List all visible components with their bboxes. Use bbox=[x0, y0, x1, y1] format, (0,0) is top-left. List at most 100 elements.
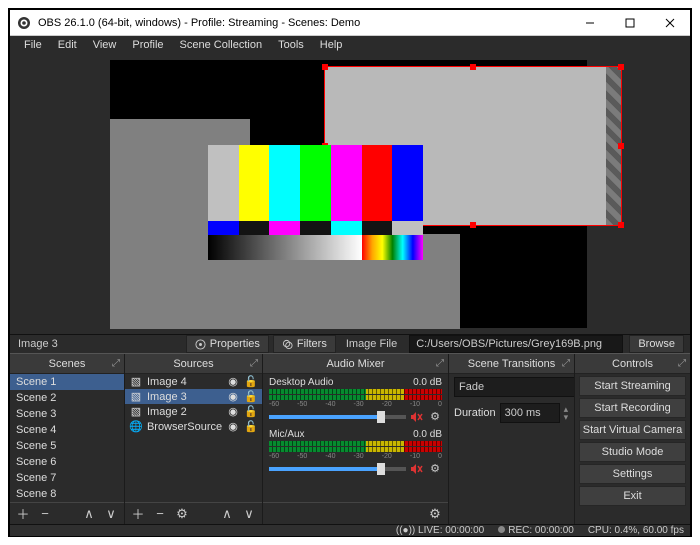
db-ticks: -60-50-40-30-20-100 bbox=[269, 401, 442, 408]
remove-scene-button[interactable]: − bbox=[36, 506, 54, 522]
sources-title: Sources bbox=[173, 358, 213, 370]
duration-input[interactable] bbox=[500, 403, 560, 423]
docks: Scenes ⤢ Scene 1 Scene 2 Scene 3 Scene 4 … bbox=[10, 353, 690, 524]
scene-item[interactable]: Scene 8 bbox=[10, 486, 124, 502]
visibility-toggle[interactable]: ◉ bbox=[226, 420, 240, 433]
properties-button[interactable]: Properties bbox=[186, 335, 269, 353]
scenes-list[interactable]: Scene 1 Scene 2 Scene 3 Scene 4 Scene 5 … bbox=[10, 374, 124, 502]
image-file-input[interactable] bbox=[409, 335, 623, 353]
mixer-channel: Mic/Aux0.0 dB -60-50-40-30-20-100 ⚙ bbox=[263, 426, 448, 478]
selected-source-label: Image 3 bbox=[10, 338, 66, 350]
undock-icon[interactable]: ⤢ bbox=[250, 358, 258, 369]
transitions-title: Scene Transitions bbox=[468, 358, 555, 370]
start-recording-button[interactable]: Start Recording bbox=[579, 398, 686, 418]
source-item[interactable]: ▧ Image 3 ◉ 🔓 bbox=[125, 389, 262, 404]
add-scene-button[interactable]: ＋ bbox=[14, 506, 32, 522]
app-icon bbox=[16, 15, 32, 31]
transition-select[interactable] bbox=[454, 377, 574, 397]
remove-source-button[interactable]: − bbox=[151, 506, 169, 522]
color-bars-image bbox=[208, 145, 423, 260]
move-down-button[interactable]: ∨ bbox=[102, 506, 120, 522]
duration-label: Duration bbox=[454, 407, 496, 419]
scene-item[interactable]: Scene 5 bbox=[10, 438, 124, 454]
undock-icon[interactable]: ⤢ bbox=[112, 358, 120, 369]
image-file-label: Image File bbox=[338, 338, 405, 350]
sources-panel: Sources ⤢ ▧ Image 4 ◉ 🔓 ▧ Image 3 ◉ 🔓 bbox=[125, 354, 263, 524]
source-item[interactable]: ▧ Image 4 ◉ 🔓 bbox=[125, 374, 262, 389]
exit-button[interactable]: Exit bbox=[579, 486, 686, 506]
scenes-title: Scenes bbox=[49, 358, 86, 370]
window-title: OBS 26.1.0 (64-bit, windows) - Profile: … bbox=[38, 17, 570, 29]
move-down-button[interactable]: ∨ bbox=[240, 506, 258, 522]
menubar: File Edit View Profile Scene Collection … bbox=[10, 36, 690, 54]
record-dot-icon bbox=[498, 526, 505, 533]
sources-list[interactable]: ▧ Image 4 ◉ 🔓 ▧ Image 3 ◉ 🔓 ▧ Image 2 bbox=[125, 374, 262, 502]
lock-toggle[interactable]: 🔓 bbox=[244, 390, 258, 403]
globe-icon: 🌐 bbox=[129, 420, 143, 433]
gear-icon bbox=[195, 339, 206, 350]
menu-scene-collection[interactable]: Scene Collection bbox=[172, 36, 271, 54]
move-up-button[interactable]: ∧ bbox=[80, 506, 98, 522]
filters-button[interactable]: Filters bbox=[273, 335, 336, 353]
channel-settings-button[interactable]: ⚙ bbox=[428, 462, 442, 475]
window-frame: OBS 26.1.0 (64-bit, windows) - Profile: … bbox=[8, 8, 692, 537]
minimize-button[interactable] bbox=[570, 10, 610, 36]
add-source-button[interactable]: ＋ bbox=[129, 506, 147, 522]
controls-panel: Controls⤢ Start Streaming Start Recordin… bbox=[575, 354, 690, 524]
undock-icon[interactable]: ⤢ bbox=[678, 358, 686, 369]
mute-button[interactable] bbox=[410, 463, 424, 475]
mixer-channel: Desktop Audio0.0 dB -60-50-40-30-20-100 … bbox=[263, 374, 448, 426]
scene-item[interactable]: Scene 1 bbox=[10, 374, 124, 390]
scene-item[interactable]: Scene 3 bbox=[10, 406, 124, 422]
menu-help[interactable]: Help bbox=[312, 36, 351, 54]
vu-meter bbox=[269, 441, 442, 446]
filter-icon bbox=[282, 339, 293, 350]
scene-item[interactable]: Scene 6 bbox=[10, 454, 124, 470]
titlebar: OBS 26.1.0 (64-bit, windows) - Profile: … bbox=[10, 10, 690, 36]
volume-slider[interactable] bbox=[269, 415, 406, 419]
scene-item[interactable]: Scene 2 bbox=[10, 390, 124, 406]
close-button[interactable] bbox=[650, 10, 690, 36]
mixer-settings-button[interactable]: ⚙ bbox=[426, 506, 444, 522]
scene-item[interactable]: Scene 7 bbox=[10, 470, 124, 486]
live-status: ((●)) LIVE: 00:00:00 bbox=[396, 525, 484, 536]
visibility-toggle[interactable]: ◉ bbox=[226, 375, 240, 388]
volume-slider[interactable] bbox=[269, 467, 406, 471]
image-icon: ▧ bbox=[129, 390, 143, 403]
visibility-toggle[interactable]: ◉ bbox=[226, 405, 240, 418]
db-ticks: -60-50-40-30-20-100 bbox=[269, 453, 442, 460]
start-streaming-button[interactable]: Start Streaming bbox=[579, 376, 686, 396]
image-icon: ▧ bbox=[129, 375, 143, 388]
menu-view[interactable]: View bbox=[85, 36, 125, 54]
menu-tools[interactable]: Tools bbox=[270, 36, 312, 54]
menu-profile[interactable]: Profile bbox=[124, 36, 171, 54]
channel-settings-button[interactable]: ⚙ bbox=[428, 410, 442, 423]
undock-icon[interactable]: ⤢ bbox=[436, 358, 444, 369]
browse-button[interactable]: Browse bbox=[629, 335, 684, 353]
lock-toggle[interactable]: 🔓 bbox=[244, 375, 258, 388]
lock-toggle[interactable]: 🔓 bbox=[244, 420, 258, 433]
preview-canvas[interactable] bbox=[10, 54, 690, 334]
settings-button[interactable]: Settings bbox=[579, 464, 686, 484]
mixer-title: Audio Mixer bbox=[326, 358, 384, 370]
source-item[interactable]: ▧ Image 2 ◉ 🔓 bbox=[125, 404, 262, 419]
move-up-button[interactable]: ∧ bbox=[218, 506, 236, 522]
studio-mode-button[interactable]: Studio Mode bbox=[579, 442, 686, 462]
start-virtual-camera-button[interactable]: Start Virtual Camera bbox=[579, 420, 686, 440]
menu-file[interactable]: File bbox=[16, 36, 50, 54]
undock-icon[interactable]: ⤢ bbox=[562, 358, 570, 369]
menu-edit[interactable]: Edit bbox=[50, 36, 85, 54]
spinner-icon[interactable]: ▴▾ bbox=[564, 405, 569, 421]
cpu-status: CPU: 0.4%, 60.00 fps bbox=[588, 525, 684, 536]
scene-item[interactable]: Scene 4 bbox=[10, 422, 124, 438]
source-properties-button[interactable]: ⚙ bbox=[173, 506, 191, 522]
mute-button[interactable] bbox=[410, 411, 424, 423]
lock-toggle[interactable]: 🔓 bbox=[244, 405, 258, 418]
vu-meter bbox=[269, 447, 442, 452]
source-item[interactable]: 🌐 BrowserSource ◉ 🔓 bbox=[125, 419, 262, 434]
transitions-panel: Scene Transitions⤢ ▴▾ ⚙ Duration ▴▾ bbox=[449, 354, 575, 524]
rec-status: REC: 00:00:00 bbox=[498, 525, 574, 536]
maximize-button[interactable] bbox=[610, 10, 650, 36]
image-icon: ▧ bbox=[129, 405, 143, 418]
visibility-toggle[interactable]: ◉ bbox=[226, 390, 240, 403]
